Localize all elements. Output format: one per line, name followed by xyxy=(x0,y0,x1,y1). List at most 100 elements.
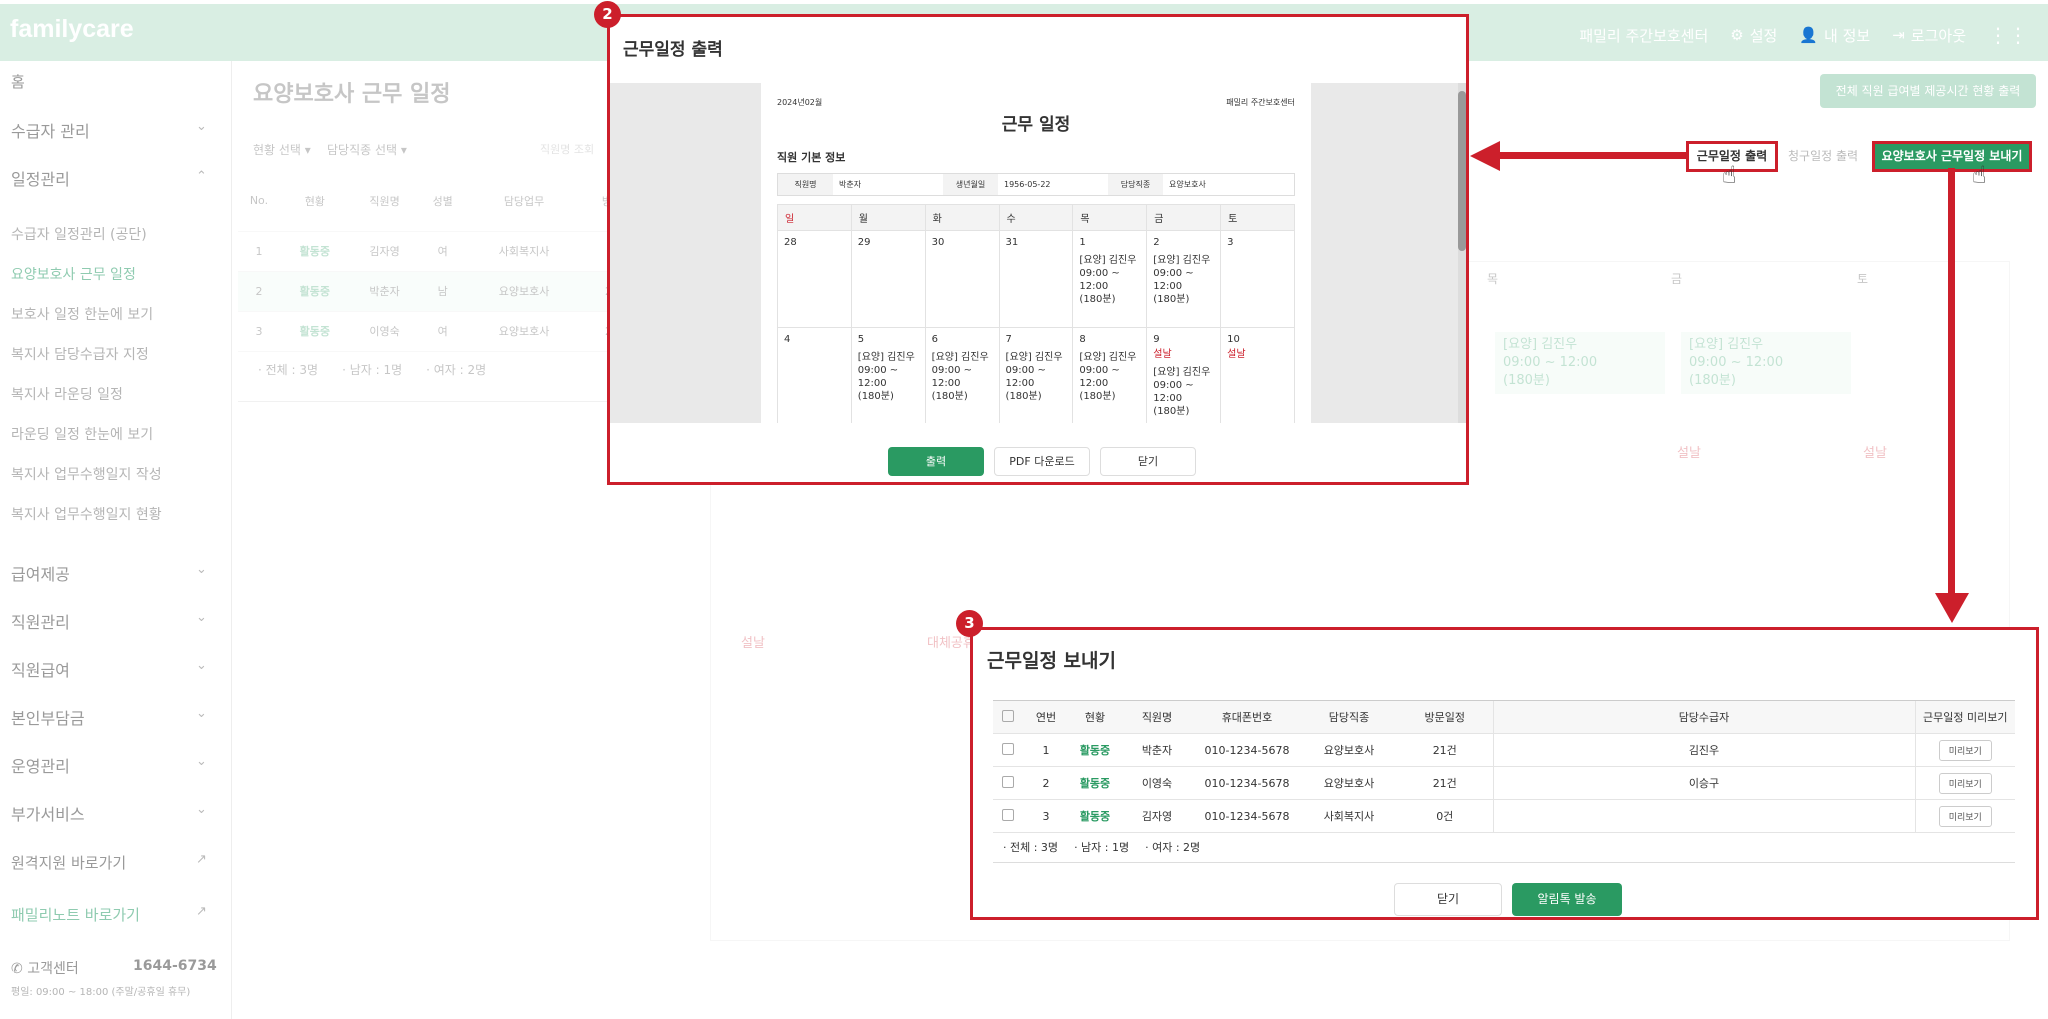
chevron-up-icon: ⌃ xyxy=(196,169,207,184)
event-entry: [요양] 김진우 09:00 ~ 12:00 (180분) xyxy=(932,351,993,403)
my-info-link[interactable]: 👤 내 정보 xyxy=(1799,25,1870,46)
event-title: [요양] 김진우 xyxy=(1503,337,1578,352)
event-time: 09:00 ~ 12:00 xyxy=(1153,380,1194,404)
label-name: 직원명 xyxy=(778,174,833,195)
table-row[interactable]: 3활동중이영숙여요양보호사21건 xyxy=(238,311,652,352)
row-checkbox[interactable] xyxy=(993,733,1023,767)
cell: 활동중 xyxy=(1069,799,1121,833)
support-phone: 1644-6734 xyxy=(133,958,217,974)
sidebar-sub-item[interactable]: 라운딩 일정 한눈에 보기 xyxy=(11,424,153,444)
sidebar-item-schedule[interactable]: 일정관리 xyxy=(11,166,70,190)
day-cell: 8 [요양] 김진우 09:00 ~ 12:00 (180분) xyxy=(1072,327,1148,423)
select-all-checkbox[interactable] xyxy=(993,700,1023,734)
day-cell: 4 xyxy=(777,327,852,423)
cell: 2 xyxy=(238,271,280,312)
sidebar-sub-item-active[interactable]: 요양보호사 근무 일정 xyxy=(11,264,136,284)
row-checkbox[interactable] xyxy=(993,799,1023,833)
event-duration: (180분) xyxy=(1689,373,1736,388)
day-cell: 9 설날 [요양] 김진우 09:00 ~ 12:00 (180분) xyxy=(1146,327,1222,423)
scrollbar[interactable] xyxy=(1458,83,1466,423)
preview-button[interactable]: 미리보기 xyxy=(1938,805,1992,827)
print-document: 2024년02월 패밀리 주간보호센터 근무 일정 직원 기본 정보 직원명 박… xyxy=(761,83,1311,423)
col-header: 직원명 xyxy=(349,171,420,232)
send-alimtalk-button[interactable]: 알림톡 발송 xyxy=(1512,883,1622,916)
table-row[interactable]: 1 활동중 박춘자 010-1234-5678 요양보호사 21건 김진우 미리… xyxy=(993,733,2015,767)
event-name: [요양] 김진우 xyxy=(931,352,989,363)
row-checkbox[interactable] xyxy=(993,766,1023,800)
col-header: 연번 xyxy=(1023,700,1069,734)
staff-info-row: 직원명 박춘자 생년월일 1956-05-22 담당직종 요양보호사 xyxy=(777,173,1295,196)
doc-header: 2024년02월 패밀리 주간보호센터 xyxy=(777,97,1295,108)
sidebar-home[interactable]: 홈 xyxy=(11,71,25,92)
divider xyxy=(993,862,2015,863)
settings-link[interactable]: ⚙ 설정 xyxy=(1730,25,1777,46)
chevron-down-icon: ⌄ xyxy=(196,706,207,721)
arrow-line xyxy=(1480,152,1688,159)
support-label-text: 고객센터 xyxy=(27,961,79,977)
event-duration: (180분) xyxy=(857,391,894,402)
cell: 이승구 xyxy=(1492,766,1915,800)
sidebar-item-addons[interactable]: 부가서비스 xyxy=(11,801,85,825)
sidebar-sub-item[interactable]: 복지사 업무수행일지 작성 xyxy=(11,464,162,484)
event-entry: [요양] 김진우 09:00 ~ 12:00 (180분) xyxy=(1006,351,1067,403)
sidebar-item-operations[interactable]: 운영관리 xyxy=(11,753,70,777)
day-cell: 30 xyxy=(924,230,1000,328)
sidebar-sub-item[interactable]: 복지사 담당수급자 지정 xyxy=(11,344,149,364)
event-card[interactable]: [요양] 김진우 09:00 ~ 12:00 (180분) xyxy=(1681,332,1851,394)
col-header: 성별 xyxy=(419,171,466,232)
close-button[interactable]: 닫기 xyxy=(1394,883,1502,916)
sidebar-remote-support[interactable]: 원격지원 바로가기 xyxy=(11,852,126,873)
preview-button[interactable]: 미리보기 xyxy=(1938,739,1992,761)
print-claim-button[interactable]: 청구일정 출력 xyxy=(1788,147,1858,164)
table-row[interactable]: 2활동중박춘자남요양보호사21건 xyxy=(238,271,652,312)
table-row[interactable]: 3 활동중 김자영 010-1234-5678 사회복지사 0건 미리보기 xyxy=(993,799,2015,833)
close-button[interactable]: 닫기 xyxy=(1100,447,1196,476)
event-card[interactable]: [요양] 김진우 09:00 ~ 12:00 (180분) xyxy=(1495,332,1665,394)
pointer-hand-icon: ☝ xyxy=(1722,161,1737,189)
cell: 박춘자 xyxy=(1121,733,1193,767)
event-title: [요양] 김진우 xyxy=(1689,337,1764,352)
cell: 1 xyxy=(1023,733,1069,767)
sidebar-item-payroll[interactable]: 직원급여 xyxy=(11,657,70,681)
status-filter[interactable]: 현황 선택 ▾ xyxy=(253,141,311,158)
scrollbar-thumb[interactable] xyxy=(1458,91,1466,251)
sidebar-item-staff[interactable]: 직원관리 xyxy=(11,609,70,633)
cell: 활동중 xyxy=(1069,733,1121,767)
sidebar-item-clients[interactable]: 수급자 관리 xyxy=(11,118,90,142)
sidebar-sub-item[interactable]: 복지사 업무수행일지 현황 xyxy=(11,504,162,524)
brand-logo[interactable]: familycare xyxy=(10,15,134,44)
pdf-download-button[interactable]: PDF 다운로드 xyxy=(994,447,1090,476)
settings-label: 설정 xyxy=(1749,26,1778,45)
my-info-label: 내 정보 xyxy=(1824,26,1871,45)
apps-grid-icon[interactable]: ⋮⋮ xyxy=(1988,23,2028,47)
value-role: 요양보호사 xyxy=(1169,180,1206,189)
staff-hours-report-button[interactable]: 전체 직원 급여별 제공시간 현황 출력 xyxy=(1820,74,2036,108)
cell: 여 xyxy=(419,311,466,352)
support-hours: 평일: 09:00 ~ 18:00 (주말/공휴일 휴무) xyxy=(11,987,191,998)
event-entry: [요양] 김진우 09:00 ~ 12:00 (180분) xyxy=(1153,254,1214,306)
role-filter[interactable]: 담당직종 선택 ▾ xyxy=(327,141,407,158)
weekday-header: 토 xyxy=(1220,204,1295,231)
sidebar-familynote[interactable]: 패밀리노트 바로가기 xyxy=(11,904,140,925)
doc-title: 근무 일정 xyxy=(1001,115,1071,135)
sidebar-sub-item[interactable]: 수급자 일정관리 (공단) xyxy=(11,224,147,244)
table-row[interactable]: 1활동중김자영여사회복지사0건 xyxy=(238,231,652,272)
summary-total: · 전체 : 3명 xyxy=(258,363,319,377)
table-row[interactable]: 2 활동중 이영숙 010-1234-5678 요양보호사 21건 이승구 미리… xyxy=(993,766,2015,800)
gear-icon: ⚙ xyxy=(1730,26,1744,44)
print-preview-area[interactable]: 2024년02월 패밀리 주간보호센터 근무 일정 직원 기본 정보 직원명 박… xyxy=(610,83,1466,423)
print-button[interactable]: 출력 xyxy=(888,447,984,476)
phone-icon: ✆ xyxy=(11,961,28,977)
day-cell: 6 [요양] 김진우 09:00 ~ 12:00 (180분) xyxy=(924,327,1000,423)
sidebar-item-benefit[interactable]: 급여제공 xyxy=(11,561,70,585)
preview-button[interactable]: 미리보기 xyxy=(1938,772,1992,794)
logout-link[interactable]: ⇥ 로그아웃 xyxy=(1892,25,1966,46)
sidebar-item-copay[interactable]: 본인부담금 xyxy=(11,705,85,729)
step-badge: 2 xyxy=(594,1,621,28)
weekday-header: 화 xyxy=(924,204,1000,231)
sidebar-sub-item[interactable]: 보호사 일정 한눈에 보기 xyxy=(11,304,153,324)
sidebar-sub-item[interactable]: 복지사 라운딩 일정 xyxy=(11,384,123,404)
event-name: [요양] 김진우 xyxy=(1153,367,1211,378)
staff-search-input[interactable]: 직원명 조회 xyxy=(540,141,594,157)
user-icon: 👤 xyxy=(1799,26,1819,44)
